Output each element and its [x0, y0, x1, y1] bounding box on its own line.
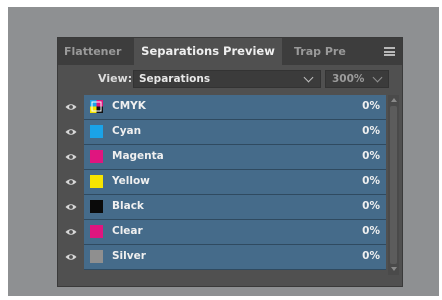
ink-list-scrollbar[interactable] — [388, 95, 399, 275]
separations-preview-panel: Flattener Separations Preview Trap Pre V… — [58, 38, 402, 286]
eye-visibility-icon[interactable] — [65, 103, 77, 111]
ink-swatch — [90, 125, 103, 138]
ink-name: Yellow — [112, 175, 150, 187]
zoom-dropdown[interactable]: 300% — [325, 70, 389, 88]
ink-percent: 0% — [362, 175, 380, 187]
cmyk-swatch-icon — [90, 100, 103, 113]
ink-swatch — [90, 200, 103, 213]
scrollbar-thumb[interactable] — [390, 106, 397, 264]
eye-visibility-icon[interactable] — [65, 253, 77, 261]
tab-separations-preview[interactable]: Separations Preview — [134, 38, 282, 65]
ink-percent: 0% — [362, 150, 380, 162]
eye-visibility-icon[interactable] — [65, 203, 77, 211]
ink-row-cmyk[interactable]: CMYK 0% — [58, 95, 402, 120]
ink-percent: 0% — [362, 125, 380, 137]
ink-row-clear[interactable]: Clear 0% — [58, 220, 402, 245]
ink-name: Magenta — [112, 150, 164, 162]
eye-visibility-icon[interactable] — [65, 153, 77, 161]
tab-trap-presets[interactable]: Trap Pre — [294, 38, 376, 65]
ink-row-silver[interactable]: Silver 0% — [58, 245, 402, 270]
scroll-down-arrow-icon[interactable] — [391, 267, 397, 271]
view-controls: View: Separations 300% — [58, 65, 402, 93]
chevron-down-icon — [372, 72, 383, 83]
ink-percent: 0% — [362, 250, 380, 262]
eye-visibility-icon[interactable] — [65, 178, 77, 186]
scroll-up-arrow-icon[interactable] — [391, 98, 397, 102]
eye-visibility-icon[interactable] — [65, 228, 77, 236]
panel-tab-bar: Flattener Separations Preview Trap Pre — [58, 38, 402, 65]
hamburger-menu-icon[interactable] — [384, 47, 395, 56]
ink-name: Clear — [112, 225, 143, 237]
ink-swatch — [90, 150, 103, 163]
ink-row-cyan[interactable]: Cyan 0% — [58, 120, 402, 145]
ink-swatch — [90, 250, 103, 263]
chevron-down-icon — [303, 72, 314, 83]
ink-name: Cyan — [112, 125, 142, 137]
ink-percent: 0% — [362, 225, 380, 237]
ink-percent: 0% — [362, 100, 380, 112]
ink-list: CMYK 0% Cyan 0% Magenta 0% Yellow 0% Bla… — [58, 95, 402, 275]
eye-visibility-icon[interactable] — [65, 128, 77, 136]
ink-row-yellow[interactable]: Yellow 0% — [58, 170, 402, 195]
ink-name: Black — [112, 200, 144, 212]
tab-flattener[interactable]: Flattener — [64, 38, 134, 65]
view-mode-dropdown[interactable]: Separations — [133, 70, 321, 88]
ink-row-black[interactable]: Black 0% — [58, 195, 402, 220]
ink-swatch — [90, 175, 103, 188]
zoom-value: 300% — [332, 73, 365, 85]
ink-swatch — [90, 225, 103, 238]
workspace-backdrop: Flattener Separations Preview Trap Pre V… — [8, 7, 439, 296]
ink-row-magenta[interactable]: Magenta 0% — [58, 145, 402, 170]
ink-name: Silver — [112, 250, 146, 262]
ink-percent: 0% — [362, 200, 380, 212]
ink-name: CMYK — [112, 100, 146, 112]
view-label: View: — [98, 72, 133, 85]
view-mode-value: Separations — [139, 73, 211, 85]
